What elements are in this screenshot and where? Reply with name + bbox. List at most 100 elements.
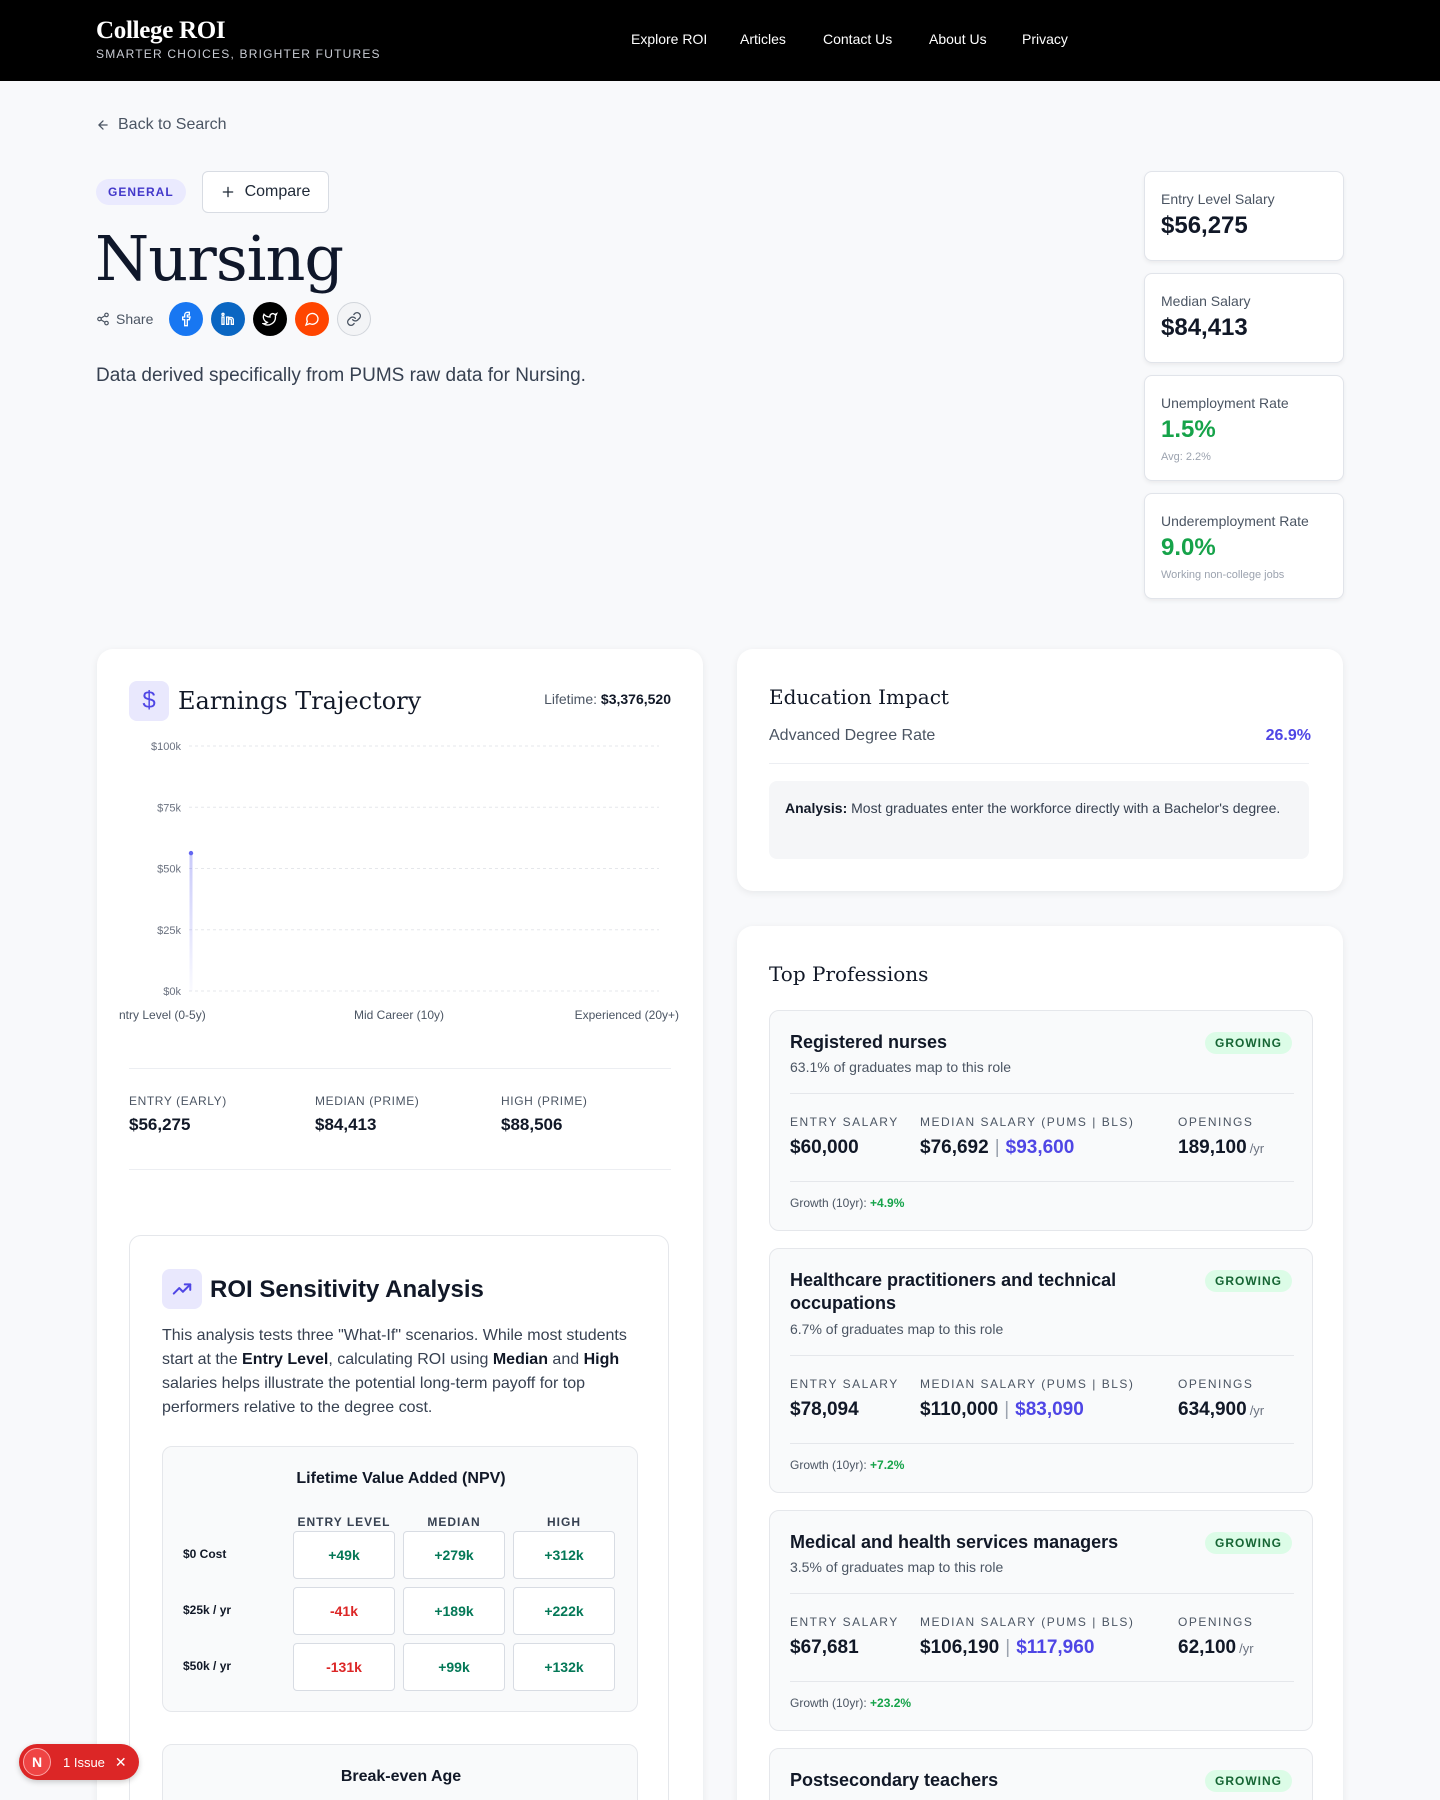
median-salary-label: MEDIAN SALARY (PUMS | BLS): [920, 1377, 1135, 1391]
median-salary-value: $110,000 | $83,090: [920, 1399, 1084, 1421]
nav-privacy[interactable]: Privacy: [1022, 31, 1068, 47]
y-tick-label: $25k: [157, 925, 181, 937]
npv-cell: +99k: [403, 1643, 505, 1691]
analysis-label: Analysis:: [785, 800, 848, 816]
share-linkedin-button[interactable]: [211, 302, 246, 336]
separator: |: [1004, 1399, 1010, 1420]
divider: [790, 1443, 1294, 1444]
npv-cell: +132k: [513, 1643, 615, 1691]
npv-title: Lifetime Value Added (NPV): [296, 1470, 506, 1487]
linkedin-icon: [221, 312, 235, 325]
divider: [129, 1169, 671, 1170]
x-tick-label: Experienced (20y+): [575, 1008, 679, 1022]
profession-card[interactable]: Registered nurses GROWING 63.1% of gradu…: [769, 1010, 1313, 1231]
y-tick-label: $75k: [157, 802, 181, 814]
median-bls: $93,600: [1005, 1137, 1075, 1158]
median-pums: $106,190: [920, 1637, 1000, 1658]
nav-articles[interactable]: Articles: [740, 31, 786, 47]
openings-number: 62,100: [1178, 1637, 1237, 1658]
npv-cell: +279k: [403, 1531, 505, 1579]
lifetime-earnings: Lifetime: $3,376,520: [544, 691, 671, 707]
openings-number: 634,900: [1178, 1399, 1247, 1420]
divider: [790, 1093, 1294, 1094]
y-tick-label: $0k: [163, 986, 181, 998]
divider: [129, 1068, 671, 1069]
stat-value: $56,275: [1161, 212, 1248, 239]
arrow-left-icon: [98, 120, 108, 130]
growing-badge: GROWING: [1205, 1532, 1292, 1554]
chat-bubble-icon: [305, 312, 320, 327]
divider: [769, 763, 1309, 764]
growth-value: +4.9%: [870, 1196, 905, 1210]
roi-text-part: salaries helps illustrate the potential …: [162, 1375, 586, 1416]
profession-name: Registered nurses: [790, 1032, 948, 1052]
share-twitter-button[interactable]: [253, 302, 288, 336]
profession-card[interactable]: Postsecondary teachers GROWING: [769, 1748, 1313, 1800]
npv-cell: +222k: [513, 1587, 615, 1635]
issues-label: 1 Issue: [63, 1754, 105, 1770]
top-professions-panel: Top Professions Registered nurses GROWIN…: [737, 926, 1343, 1800]
openings-value: 62,100/yr: [1178, 1637, 1254, 1659]
category-badge: GENERAL: [96, 179, 186, 205]
roi-description: This analysis tests three "What-If" scen…: [162, 1324, 632, 1420]
share-facebook-button[interactable]: [169, 302, 204, 336]
median-bls: $83,090: [1015, 1399, 1084, 1420]
share-icon: [97, 312, 109, 326]
median-salary-value: $76,692 | $93,600: [920, 1137, 1074, 1159]
profession-name: Postsecondary teachers: [790, 1770, 999, 1790]
openings-number: 189,100: [1178, 1137, 1247, 1158]
separator: |: [1005, 1637, 1011, 1658]
npv-cell: -131k: [293, 1643, 395, 1691]
link-icon: [347, 312, 362, 326]
entry-salary-label: ENTRY SALARY: [790, 1115, 899, 1129]
npv-table: Lifetime Value Added (NPV) ENTRY LEVEL M…: [162, 1446, 638, 1712]
npv-cell: +312k: [513, 1531, 615, 1579]
per-year: /yr: [1249, 1403, 1265, 1418]
advanced-degree-value: 26.9%: [1265, 727, 1311, 744]
brand-tagline: SMARTER CHOICES, BRIGHTER FUTURES: [96, 47, 381, 61]
openings-value: 189,100/yr: [1178, 1137, 1264, 1159]
plus-icon: [222, 186, 233, 198]
x-tick-label: Entry Level (0-5y): [119, 1008, 206, 1022]
brand-title[interactable]: College ROI: [96, 17, 226, 45]
profession-card[interactable]: Healthcare practitioners and technical o…: [769, 1248, 1313, 1493]
stat-card-entry-salary: Entry Level Salary $56,275: [1144, 171, 1344, 261]
growing-badge: GROWING: [1205, 1032, 1292, 1054]
analysis-text: Most graduates enter the workforce direc…: [851, 800, 1281, 816]
profession-share: 6.7% of graduates map to this role: [790, 1321, 1004, 1337]
earnings-panel: $ Earnings Trajectory Lifetime: $3,376,5…: [97, 649, 703, 1800]
profession-card[interactable]: Medical and health services managers GRO…: [769, 1510, 1313, 1731]
median-salary-label: MEDIAN SALARY (PUMS | BLS): [920, 1115, 1135, 1129]
entry-salary-value: $78,094: [790, 1399, 859, 1420]
per-year: /yr: [1249, 1141, 1265, 1156]
profession-share: 3.5% of graduates map to this role: [790, 1559, 1004, 1575]
nav-explore-roi[interactable]: Explore ROI: [631, 31, 707, 47]
compare-button[interactable]: Compare: [202, 171, 329, 213]
roi-text-part: and: [547, 1351, 584, 1368]
openings-label: OPENINGS: [1178, 1615, 1254, 1629]
close-icon[interactable]: ✕: [115, 1754, 127, 1771]
trending-up-icon: [162, 1269, 202, 1309]
share-label-group: Share: [96, 311, 153, 327]
y-tick-label: $100k: [151, 741, 181, 753]
npv-row-label: $25k / yr: [183, 1603, 232, 1617]
issues-badge[interactable]: N 1 Issue ✕: [19, 1744, 139, 1780]
median-salary-value: $106,190 | $117,960: [920, 1637, 1094, 1659]
npv-col-entry: ENTRY LEVEL: [297, 1515, 391, 1529]
back-label: Back to Search: [118, 116, 227, 133]
breakeven-box: Break-even Age: [162, 1744, 638, 1800]
share-reddit-button[interactable]: [295, 302, 330, 336]
roi-text-emphasis: Entry Level: [242, 1351, 329, 1368]
growth-label: Growth (10yr):: [790, 1196, 867, 1210]
copy-link-button[interactable]: [337, 302, 372, 336]
top-professions-title: Top Professions: [769, 962, 929, 986]
twitter-bird-icon: [262, 312, 279, 326]
dollar-icon: $: [129, 681, 169, 721]
roi-text-emphasis: High: [583, 1351, 620, 1368]
growth-rate: Growth (10yr): +4.9%: [790, 1196, 904, 1210]
back-to-search-link[interactable]: Back to Search: [96, 116, 227, 134]
nav-contact-us[interactable]: Contact Us: [823, 31, 892, 47]
median-pums: $110,000: [920, 1399, 999, 1420]
nav-about-us[interactable]: About Us: [929, 31, 987, 47]
growth-value: +23.2%: [870, 1696, 912, 1710]
